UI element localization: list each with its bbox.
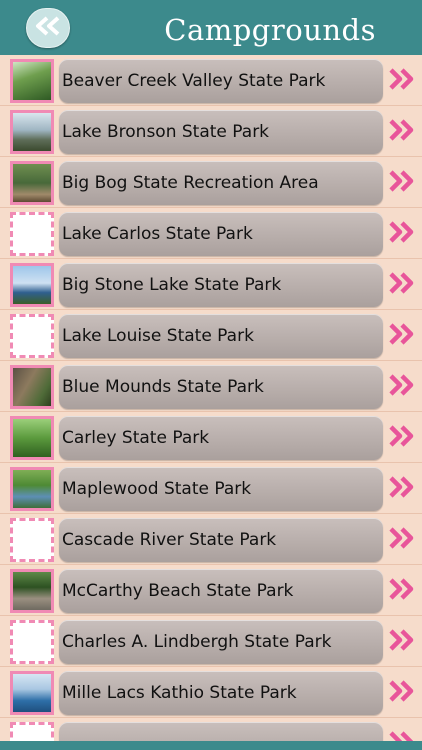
list-item[interactable]: Charles A. Lindbergh State Park (0, 616, 422, 667)
bottom-bar (0, 741, 422, 750)
item-button[interactable]: Maplewood State Park (59, 467, 383, 511)
thumbnail-photo (13, 674, 51, 712)
double-chevron-right-icon[interactable] (388, 374, 416, 396)
item-label: Maplewood State Park (62, 479, 252, 499)
thumbnail-photo (13, 164, 51, 202)
thumbnail-photo (13, 266, 51, 304)
list-item[interactable]: Blue Mounds State Park (0, 361, 422, 412)
thumbnail-photo (13, 113, 51, 151)
item-label: Cascade River State Park (62, 530, 277, 550)
double-chevron-right-icon[interactable] (388, 680, 416, 702)
list-item[interactable] (0, 718, 422, 741)
item-button[interactable]: Beaver Creek Valley State Park (59, 59, 383, 103)
list-item[interactable]: Lake Louise State Park (0, 310, 422, 361)
item-button[interactable] (59, 722, 383, 741)
item-button[interactable]: Big Bog State Recreation Area (59, 161, 383, 205)
item-label: Lake Louise State Park (62, 326, 254, 346)
item-button[interactable]: Cascade River State Park (59, 518, 383, 562)
app-header: Campgrounds (0, 0, 422, 55)
item-label: Beaver Creek Valley State Park (62, 71, 326, 91)
double-chevron-left-icon (33, 15, 63, 41)
item-button[interactable]: Lake Louise State Park (59, 314, 383, 358)
item-button[interactable]: Blue Mounds State Park (59, 365, 383, 409)
thumbnail-image (10, 110, 54, 154)
thumbnail-image (10, 365, 54, 409)
item-label: Mille Lacs Kathio State Park (62, 683, 297, 703)
double-chevron-right-icon[interactable] (388, 425, 416, 447)
thumbnail-image (10, 569, 54, 613)
list-item[interactable]: Big Bog State Recreation Area (0, 157, 422, 208)
item-label: McCarthy Beach State Park (62, 581, 294, 601)
double-chevron-right-icon[interactable] (388, 272, 416, 294)
campground-list: Beaver Creek Valley State Park Lake Brons… (0, 55, 422, 741)
list-item[interactable]: McCarthy Beach State Park (0, 565, 422, 616)
thumbnail-image (10, 314, 54, 358)
item-label: Lake Bronson State Park (62, 122, 270, 142)
double-chevron-right-icon[interactable] (388, 476, 416, 498)
item-label: Big Stone Lake State Park (62, 275, 282, 295)
thumbnail-image (10, 722, 54, 741)
item-button[interactable]: Mille Lacs Kathio State Park (59, 671, 383, 715)
double-chevron-right-icon[interactable] (388, 68, 416, 90)
list-item[interactable]: Cascade River State Park (0, 514, 422, 565)
thumbnail-photo (13, 470, 51, 508)
double-chevron-right-icon[interactable] (388, 119, 416, 141)
double-chevron-right-icon[interactable] (388, 323, 416, 345)
item-button[interactable]: Big Stone Lake State Park (59, 263, 383, 307)
thumbnail-photo (13, 572, 51, 610)
item-button[interactable]: Lake Carlos State Park (59, 212, 383, 256)
back-button[interactable] (26, 8, 70, 48)
thumbnail-image (10, 620, 54, 664)
page-title: Campgrounds (164, 13, 376, 47)
thumbnail-image (10, 161, 54, 205)
thumbnail-image (10, 416, 54, 460)
list-item[interactable]: Lake Carlos State Park (0, 208, 422, 259)
list-item[interactable]: Carley State Park (0, 412, 422, 463)
thumbnail-photo (13, 419, 51, 457)
list-item[interactable]: Lake Bronson State Park (0, 106, 422, 157)
double-chevron-right-icon[interactable] (388, 578, 416, 600)
list-item[interactable]: Maplewood State Park (0, 463, 422, 514)
item-button[interactable]: Carley State Park (59, 416, 383, 460)
item-label: Charles A. Lindbergh State Park (62, 632, 332, 652)
item-button[interactable]: Charles A. Lindbergh State Park (59, 620, 383, 664)
double-chevron-right-icon[interactable] (388, 170, 416, 192)
thumbnail-image (10, 518, 54, 562)
double-chevron-right-icon[interactable] (388, 629, 416, 651)
list-item[interactable]: Big Stone Lake State Park (0, 259, 422, 310)
thumbnail-photo (13, 368, 51, 406)
item-button[interactable]: Lake Bronson State Park (59, 110, 383, 154)
thumbnail-image (10, 59, 54, 103)
list-item[interactable]: Mille Lacs Kathio State Park (0, 667, 422, 718)
double-chevron-right-icon[interactable] (388, 527, 416, 549)
double-chevron-right-icon[interactable] (388, 221, 416, 243)
list-item[interactable]: Beaver Creek Valley State Park (0, 55, 422, 106)
thumbnail-image (10, 212, 54, 256)
thumbnail-image (10, 467, 54, 511)
item-label: Blue Mounds State Park (62, 377, 264, 397)
item-label: Carley State Park (62, 428, 210, 448)
double-chevron-right-icon[interactable] (388, 731, 416, 741)
item-button[interactable]: McCarthy Beach State Park (59, 569, 383, 613)
item-label: Big Bog State Recreation Area (62, 173, 319, 193)
item-label: Lake Carlos State Park (62, 224, 253, 244)
thumbnail-photo (13, 62, 51, 100)
thumbnail-image (10, 263, 54, 307)
thumbnail-image (10, 671, 54, 715)
